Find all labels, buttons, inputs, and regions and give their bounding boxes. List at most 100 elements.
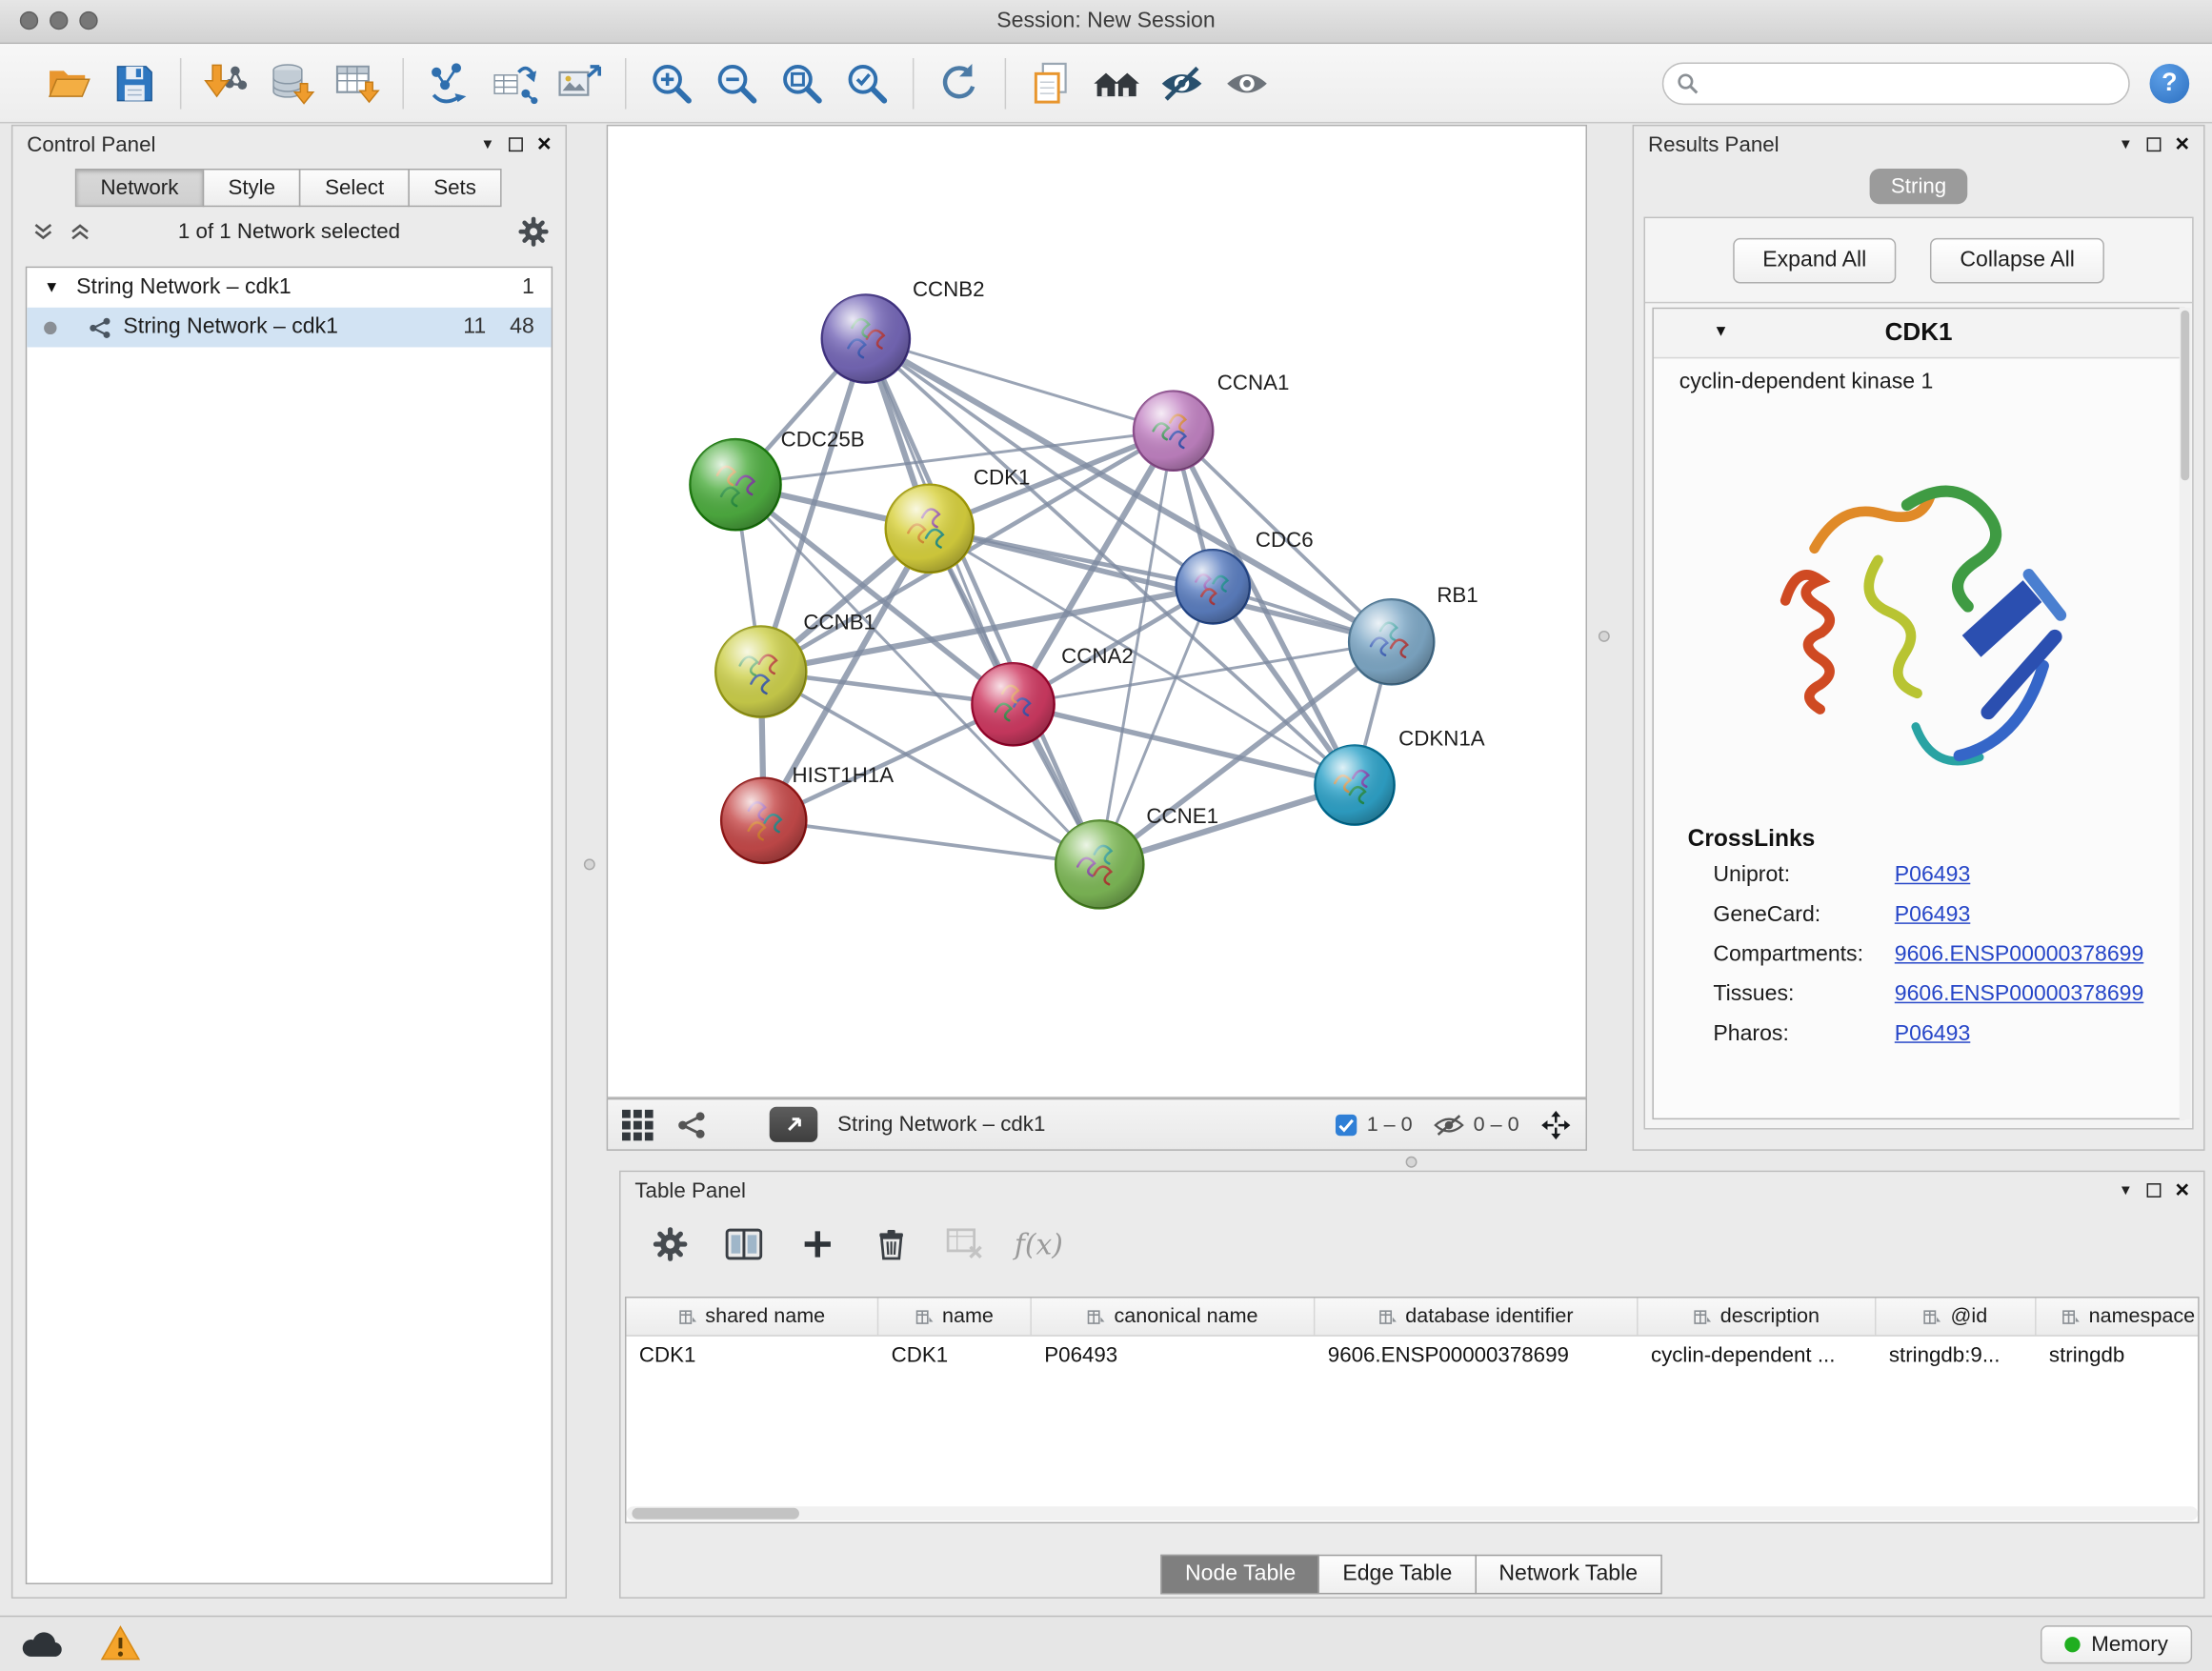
- delete-table-button-disabled[interactable]: [947, 1226, 984, 1263]
- results-scrollbar[interactable]: [2180, 308, 2191, 1119]
- expand-all-button[interactable]: Expand All: [1733, 238, 1896, 284]
- help-label: ?: [2162, 68, 2177, 97]
- zoom-in-button[interactable]: [639, 51, 704, 113]
- import-network-database-button[interactable]: [259, 51, 324, 113]
- network-edge[interactable]: [764, 820, 1100, 864]
- tab-node-table[interactable]: Node Table: [1161, 1555, 1320, 1595]
- node-label-cdkn1a: CDKN1A: [1398, 726, 1485, 750]
- vertical-splitter-handle[interactable]: [584, 858, 595, 870]
- memory-button[interactable]: Memory: [2041, 1624, 2192, 1662]
- close-panel-icon[interactable]: ×: [2175, 1183, 2189, 1198]
- network-share-icon[interactable]: [676, 1109, 708, 1140]
- birdseye-grid-icon[interactable]: [622, 1109, 654, 1140]
- cloud-icon[interactable]: [20, 1625, 63, 1662]
- vertical-splitter-handle[interactable]: [1599, 631, 1610, 642]
- selected-count: 1 – 0: [1367, 1113, 1413, 1136]
- save-session-button[interactable]: [102, 51, 167, 113]
- selected-checkbox-icon[interactable]: [1334, 1113, 1357, 1136]
- table-horizontal-scrollbar[interactable]: [626, 1506, 2198, 1520]
- collapse-triangle-icon[interactable]: ▼: [44, 279, 59, 296]
- move-crosshair-icon[interactable]: [1540, 1109, 1572, 1140]
- crosslink-link[interactable]: P06493: [1895, 903, 1971, 929]
- warning-icon[interactable]: [99, 1625, 142, 1662]
- horizontal-splitter-handle[interactable]: [1406, 1157, 1418, 1168]
- close-panel-icon[interactable]: ×: [2175, 137, 2189, 151]
- show-all-button[interactable]: [1215, 51, 1279, 113]
- maximize-panel-icon[interactable]: [509, 137, 523, 151]
- column-header[interactable]: canonical name: [1032, 1299, 1315, 1336]
- export-image-button[interactable]: [547, 51, 612, 113]
- collapse-all-button[interactable]: Collapse All: [1930, 238, 2104, 284]
- function-builder-button[interactable]: f(x): [1020, 1226, 1057, 1263]
- hidden-eye-slash-icon[interactable]: [1434, 1113, 1463, 1136]
- string-home-button[interactable]: [1084, 51, 1149, 113]
- network-node-cdkn1a[interactable]: [1315, 745, 1394, 824]
- float-panel-icon[interactable]: ▼: [480, 137, 494, 152]
- float-panel-icon[interactable]: ▼: [2119, 137, 2133, 152]
- copy-annotations-button[interactable]: [1019, 51, 1084, 113]
- network-row[interactable]: String Network – cdk1 11 48: [27, 308, 551, 348]
- zoom-fit-button[interactable]: [770, 51, 835, 113]
- open-session-button[interactable]: [37, 51, 102, 113]
- network-collection-row[interactable]: ▼ String Network – cdk1 1: [27, 268, 551, 308]
- tab-edge-table[interactable]: Edge Table: [1318, 1555, 1477, 1595]
- network-from-table-button[interactable]: [482, 51, 547, 113]
- zoom-selected-button[interactable]: [835, 51, 899, 113]
- apply-layout-button[interactable]: [927, 51, 992, 113]
- import-table-file-button[interactable]: [325, 51, 390, 113]
- crosslink-link[interactable]: P06493: [1895, 1021, 1971, 1047]
- zoom-in-icon: [648, 59, 696, 108]
- column-header[interactable]: @id: [1876, 1299, 2036, 1336]
- home-icon: [1093, 59, 1141, 108]
- zoom-out-button[interactable]: [704, 51, 769, 113]
- node-label-cdk1: CDK1: [974, 466, 1030, 490]
- cell-shared-name: CDK1: [626, 1342, 878, 1366]
- network-options-gear-icon[interactable]: [518, 217, 548, 247]
- network-node-rb1[interactable]: [1349, 599, 1434, 684]
- search-input[interactable]: [1662, 62, 2130, 105]
- tab-style[interactable]: Style: [203, 169, 301, 207]
- maximize-panel-icon[interactable]: [2147, 137, 2162, 151]
- import-network-file-button[interactable]: [194, 51, 259, 113]
- crosslink-link[interactable]: 9606.ENSP00000378699: [1895, 942, 2144, 968]
- tab-network-table[interactable]: Network Table: [1475, 1555, 1661, 1595]
- float-panel-icon[interactable]: ▼: [2119, 1182, 2133, 1198]
- column-header[interactable]: database identifier: [1315, 1299, 1638, 1336]
- tab-network[interactable]: Network: [75, 169, 204, 207]
- maximize-panel-icon[interactable]: [2147, 1183, 2162, 1198]
- hide-unhide-button[interactable]: [1149, 51, 1214, 113]
- crosslink-link[interactable]: 9606.ENSP00000378699: [1895, 982, 2144, 1008]
- column-header[interactable]: shared name: [626, 1299, 878, 1336]
- tab-select[interactable]: Select: [299, 169, 410, 207]
- network-node-cdc6[interactable]: [1176, 550, 1250, 623]
- close-panel-icon[interactable]: ×: [537, 137, 552, 151]
- network-canvas[interactable]: CCNB2CCNA1CDC25BCDK1CDC6RB1CCNB1CCNA2CDK…: [607, 125, 1587, 1098]
- node-label-ccnb1: CCNB1: [803, 610, 875, 634]
- network-edge[interactable]: [866, 339, 1099, 865]
- network-node-ccna2[interactable]: [972, 663, 1054, 745]
- crosslink-label: Pharos:: [1713, 1021, 1894, 1047]
- column-header[interactable]: description: [1639, 1299, 1877, 1336]
- network-node-ccne1[interactable]: [1056, 820, 1143, 908]
- crosslink-link[interactable]: P06493: [1895, 863, 1971, 889]
- open-folder-icon: [46, 59, 94, 108]
- create-column-button[interactable]: [799, 1226, 836, 1263]
- table-row[interactable]: CDK1 CDK1 P06493 9606.ENSP00000378699 cy…: [626, 1337, 2198, 1374]
- search-icon: [1677, 71, 1699, 94]
- show-columns-button[interactable]: [726, 1226, 763, 1263]
- table-options-button[interactable]: [652, 1226, 689, 1263]
- network-node-ccnb1[interactable]: [715, 626, 806, 716]
- detach-view-button[interactable]: [770, 1107, 818, 1142]
- column-header[interactable]: namespace: [2037, 1299, 2200, 1336]
- clone-network-button[interactable]: [416, 51, 481, 113]
- tab-sets[interactable]: Sets: [408, 169, 501, 207]
- network-node-ccna1[interactable]: [1134, 392, 1213, 471]
- network-node-cdk1[interactable]: [886, 485, 974, 573]
- delete-column-button[interactable]: [873, 1226, 910, 1263]
- network-node-hist1h1a[interactable]: [721, 778, 806, 863]
- network-edge[interactable]: [866, 339, 1174, 432]
- tab-string[interactable]: String: [1870, 169, 1968, 204]
- column-header[interactable]: name: [878, 1299, 1032, 1336]
- help-button[interactable]: ?: [2150, 63, 2190, 103]
- eye-icon: [1223, 59, 1272, 108]
